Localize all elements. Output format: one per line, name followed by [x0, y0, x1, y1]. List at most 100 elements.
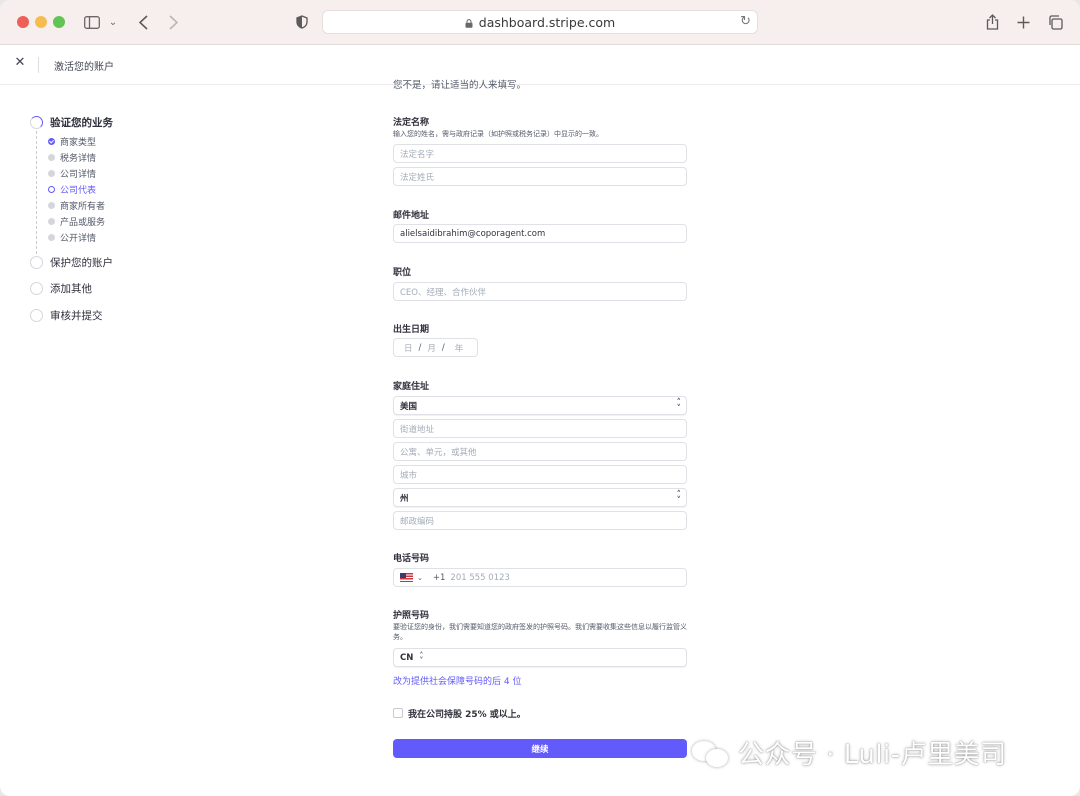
step-add-other[interactable]: 添加其他	[30, 281, 92, 296]
us-flag-icon[interactable]	[400, 573, 413, 582]
zoom-window-button[interactable]	[53, 16, 65, 28]
home-address-label: 家庭住址	[393, 382, 430, 392]
reload-icon[interactable]: ↻	[740, 14, 751, 29]
step-connector	[36, 131, 37, 254]
legal-first-name-input[interactable]: 法定名字	[393, 144, 687, 163]
substep-tax-details[interactable]: 税务详情	[48, 151, 96, 164]
current-dot-icon	[48, 186, 55, 193]
dob-input[interactable]: 日 / 月 / 年	[393, 338, 478, 357]
substep-label: 公司代表	[60, 186, 97, 196]
passport-country-select[interactable]: CN ˄ ˅	[393, 648, 687, 667]
legal-name-label: 法定名称	[393, 118, 430, 128]
substep-products-services[interactable]: 产品或服务	[48, 215, 105, 228]
substep-company-details[interactable]: 公司详情	[48, 167, 96, 180]
substep-public-details[interactable]: 公开详情	[48, 231, 96, 244]
step-review-submit[interactable]: 审核并提交	[30, 308, 103, 323]
watermark: 公众号 · Luli-卢里美司	[690, 734, 1007, 771]
state-value: 州	[400, 493, 409, 504]
unit-input[interactable]: 公寓、单元，或其他	[393, 442, 687, 461]
step-verify-business[interactable]: 验证您的业务	[30, 115, 113, 130]
email-input[interactable]: alielsaidibrahim@coporagent.com	[393, 224, 687, 243]
substep-label: 商家类型	[60, 138, 97, 148]
check-dot-icon	[48, 138, 55, 145]
chevron-down-icon[interactable]: ⌄	[107, 11, 119, 33]
phone-label: 电话号码	[393, 554, 430, 564]
substep-label: 产品或服务	[60, 218, 106, 228]
watermark-text: 公众号 · Luli-卢里美司	[738, 740, 1007, 770]
step-label: 验证您的业务	[50, 117, 113, 129]
dot-icon	[48, 154, 55, 161]
ownership-checkbox[interactable]	[393, 708, 403, 718]
select-chevron-icon: ˄ ˅	[676, 398, 682, 414]
cutoff-instruction-text: 您不是，请让适当的人来填写。	[393, 80, 527, 90]
continue-button[interactable]: 继续	[393, 739, 687, 758]
state-select[interactable]: 州 ˄ ˅	[393, 488, 687, 507]
browser-window: ⌄ dashboard.stripe.com ↻ ✕ 激活您的账户 验证您的业务…	[0, 0, 1080, 796]
phone-input[interactable]: ⌄ +1 201 555 0123	[393, 568, 687, 587]
use-ssn-link[interactable]: 改为提供社会保障号码的后 4 位	[393, 674, 521, 687]
url-text: dashboard.stripe.com	[478, 14, 616, 30]
legal-last-name-input[interactable]: 法定姓氏	[393, 167, 687, 186]
close-icon[interactable]: ✕	[12, 55, 28, 70]
substep-merchant-type[interactable]: 商家类型	[48, 135, 96, 148]
step-ring-icon	[30, 256, 43, 269]
substep-label: 公司详情	[60, 170, 97, 180]
step-secure-account[interactable]: 保护您的账户	[30, 255, 113, 270]
ownership-checkbox-label: 我在公司持股 25% 或以上。	[408, 710, 526, 720]
select-chevron-icon: ˄ ˅	[676, 490, 682, 506]
dob-year: 年	[454, 343, 464, 354]
header-divider	[38, 57, 39, 73]
new-tab-plus-icon[interactable]	[1015, 11, 1031, 33]
country-value: 美国	[400, 401, 418, 412]
back-arrow-icon[interactable]	[136, 11, 150, 33]
legal-name-hint: 输入您的姓名，需与政府记录（如护照或税务记录）中显示的一致。	[393, 130, 603, 138]
dob-separator: /	[441, 342, 445, 353]
step-label: 添加其他	[50, 283, 92, 295]
lock-icon	[465, 18, 473, 28]
tab-overview-icon[interactable]	[1047, 11, 1063, 33]
step-label: 审核并提交	[50, 310, 103, 322]
city-input[interactable]: 城市	[393, 465, 687, 484]
wechat-logo-icon	[690, 737, 730, 769]
dot-icon	[48, 218, 55, 225]
substep-label: 税务详情	[60, 154, 97, 164]
dot-icon	[48, 170, 55, 177]
dot-icon	[48, 234, 55, 241]
substep-label: 商家所有者	[60, 202, 106, 212]
phone-country-code: +1	[432, 572, 446, 583]
zip-input[interactable]: 邮政编码	[393, 511, 687, 530]
dob-label: 出生日期	[393, 325, 430, 335]
page-title: 激活您的账户	[54, 62, 114, 73]
step-ring-icon	[30, 309, 43, 322]
chevron-down-icon[interactable]: ⌄	[417, 574, 423, 582]
share-icon[interactable]	[984, 11, 1000, 33]
close-window-button[interactable]	[17, 16, 29, 28]
privacy-shield-icon[interactable]	[294, 11, 310, 33]
forward-arrow-icon[interactable]	[166, 11, 180, 33]
passport-hint: 要验证您的身份，我们需要知道您的政府签发的护照号码。我们需要收集这些信息以履行监…	[393, 623, 687, 641]
job-title-input[interactable]: CEO、经理、合作伙伴	[393, 282, 687, 301]
passport-label: 护照号码	[393, 611, 430, 621]
street-address-input[interactable]: 街道地址	[393, 419, 687, 438]
substep-label: 公开详情	[60, 234, 97, 244]
step-label: 保护您的账户	[50, 257, 113, 269]
email-label: 邮件地址	[393, 211, 430, 221]
address-bar[interactable]: dashboard.stripe.com ↻	[322, 10, 758, 34]
select-chevron-icon: ˄ ˅	[419, 650, 424, 665]
browser-toolbar: ⌄ dashboard.stripe.com ↻	[0, 0, 1080, 45]
phone-placeholder: 201 555 0123	[450, 572, 510, 583]
sidebar-toggle-icon[interactable]	[83, 11, 101, 33]
substep-business-owners[interactable]: 商家所有者	[48, 199, 105, 212]
step-ring-icon	[30, 282, 43, 295]
progress-ring-icon	[30, 116, 43, 129]
page-header: ✕ 激活您的账户	[0, 45, 1080, 85]
minimize-window-button[interactable]	[35, 16, 47, 28]
substep-company-representative[interactable]: 公司代表	[48, 183, 96, 196]
job-title-label: 职位	[393, 268, 412, 278]
dob-month: 月	[427, 343, 436, 354]
dob-day: 日	[404, 343, 413, 354]
country-select[interactable]: 美国 ˄ ˅	[393, 396, 687, 415]
dot-icon	[48, 202, 55, 209]
dob-separator: /	[418, 342, 422, 353]
passport-country-value: CN	[400, 652, 414, 663]
